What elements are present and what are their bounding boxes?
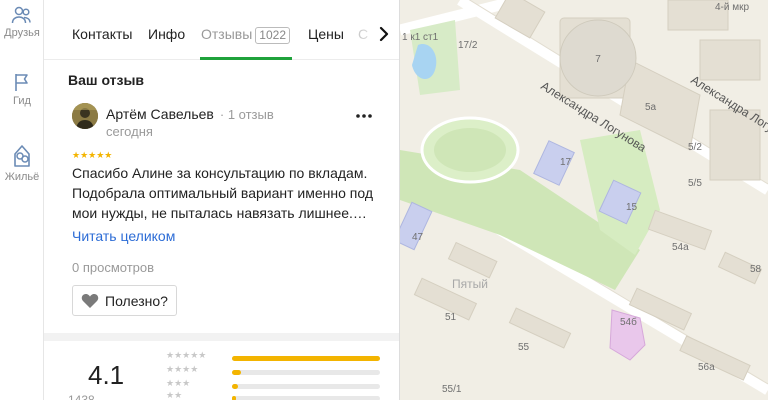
distribution-stars: ★★★★★: [166, 350, 207, 360]
review-date: сегодня: [106, 124, 153, 139]
distribution-stars: ★★★: [166, 378, 191, 388]
avatar-image: [72, 103, 98, 129]
read-more-link[interactable]: Читать целиком: [72, 228, 175, 244]
author-review-count: · 1 отзыв: [219, 107, 274, 122]
heart-icon: [81, 293, 99, 308]
svg-text:54а: 54а: [672, 242, 689, 253]
helpful-label: Полезно?: [105, 292, 168, 309]
svg-text:15: 15: [626, 202, 638, 213]
distribution-stars: ★★: [166, 390, 183, 400]
rail-item-housing[interactable]: Жильё: [0, 142, 44, 183]
your-review-title: Ваш отзыв: [68, 72, 145, 88]
review-stars: ★★★★★: [72, 150, 113, 160]
rating-distribution-row: ★★: [166, 390, 386, 400]
distribution-bar: [232, 370, 380, 375]
rating-distribution-row: ★★★★★: [166, 350, 386, 364]
map-view[interactable]: 7 5а 5/2 5/5 17/2 1 к1 ст1 17 15 47 54а …: [400, 0, 768, 400]
tab-info[interactable]: Инфо: [148, 26, 185, 42]
svg-text:56а: 56а: [698, 362, 715, 373]
more-options-icon[interactable]: [354, 108, 374, 124]
active-tab-indicator: [200, 57, 292, 60]
tab-prices[interactable]: Цены: [308, 26, 344, 42]
rail-label-housing: Жильё: [4, 171, 40, 183]
tab-reviews[interactable]: Отзывы 1022: [201, 26, 290, 44]
organization-panel: Контакты Инфо Отзывы1022 Цены С Ваш отзы…: [44, 0, 400, 400]
distribution-bar-fill: [232, 370, 241, 375]
distribution-bar: [232, 384, 380, 389]
rating-count: 1438: [68, 393, 95, 400]
avatar[interactable]: [72, 103, 98, 129]
distribution-bar-fill: [232, 356, 380, 361]
distribution-bar-fill: [232, 384, 238, 389]
svg-text:17: 17: [560, 157, 572, 168]
svg-text:54б: 54б: [620, 316, 637, 328]
svg-text:55/1: 55/1: [442, 384, 462, 395]
left-rail: Друзья Гид Жильё: [0, 0, 44, 400]
svg-text:5/5: 5/5: [688, 178, 702, 189]
rail-item-guide[interactable]: Гид: [0, 72, 44, 107]
map-canvas[interactable]: 7 5а 5/2 5/5 17/2 1 к1 ст1 17 15 47 54а …: [400, 0, 768, 400]
svg-text:55: 55: [518, 342, 530, 353]
svg-text:5/2: 5/2: [688, 142, 702, 153]
rating-distribution-row: ★★★: [166, 378, 386, 392]
distribution-bar: [232, 396, 380, 400]
housing-icon: [14, 145, 30, 167]
distribution-stars: ★★★★: [166, 364, 199, 374]
review-author[interactable]: Артём Савельев · 1 отзыв: [106, 106, 274, 122]
section-divider: [44, 333, 399, 341]
rating-value: 4.1: [88, 360, 125, 390]
svg-text:1 к1 ст1: 1 к1 ст1: [402, 32, 439, 43]
tab-reviews-label: Отзывы: [201, 26, 253, 42]
flag-icon: [15, 74, 28, 91]
tab-contacts[interactable]: Контакты: [72, 26, 132, 42]
helpful-button[interactable]: Полезно?: [72, 285, 177, 316]
views-count: 0 просмотров: [72, 260, 155, 275]
rail-label-friends: Друзья: [4, 27, 40, 39]
author-name: Артём Савельев: [106, 106, 214, 122]
distribution-bar-fill: [232, 396, 237, 400]
review-text: Спасибо Алине за консультацию по вкладам…: [72, 165, 373, 221]
rail-label-guide: Гид: [13, 95, 31, 107]
friends-icon: [11, 6, 31, 24]
svg-text:7: 7: [595, 54, 601, 65]
reviews-count-badge: 1022: [255, 27, 290, 44]
svg-text:5а: 5а: [645, 102, 657, 113]
svg-text:58: 58: [750, 264, 762, 275]
svg-text:51: 51: [445, 312, 457, 323]
chevron-right-icon[interactable]: [374, 24, 394, 44]
rail-item-friends[interactable]: Друзья: [0, 6, 44, 39]
svg-text:4-й мкр: 4-й мкр: [715, 2, 750, 13]
svg-text:47: 47: [412, 232, 424, 243]
rating-distribution-row: ★★★★: [166, 364, 386, 378]
distribution-bar: [232, 356, 380, 361]
svg-text:17/2: 17/2: [458, 40, 478, 51]
tab-bar: Контакты Инфо Отзывы1022 Цены С: [44, 0, 399, 60]
svg-text:Пятый: Пятый: [452, 277, 488, 291]
